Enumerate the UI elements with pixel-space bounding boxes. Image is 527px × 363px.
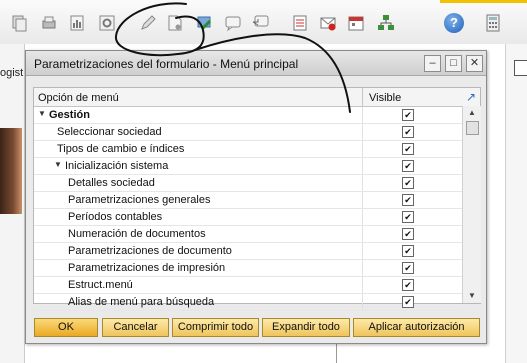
tree-row[interactable]: ▼ Gestión ✔: [34, 107, 462, 124]
visible-checkbox[interactable]: ✔: [402, 211, 414, 223]
tree-row[interactable]: Tipos de cambio e índices ✔: [34, 141, 462, 158]
row-column-divider: [362, 243, 363, 259]
tree-row[interactable]: Parametrizaciones de documento ✔: [34, 243, 462, 260]
form-settings-dialog: Parametrizaciones del formulario - Menú …: [25, 50, 487, 344]
row-column-divider: [362, 107, 363, 123]
background-right-panel: [505, 44, 527, 363]
menu-option-label: Parametrizaciones generales: [68, 194, 211, 206]
cancel-button[interactable]: Cancelar: [102, 318, 169, 337]
close-button[interactable]: ✕: [466, 55, 483, 72]
row-column-divider: [362, 124, 363, 140]
row-column-divider: [362, 294, 363, 310]
column-divider[interactable]: [362, 88, 363, 106]
row-column-divider: [362, 158, 363, 174]
tree-row[interactable]: Alias de menú para búsqueda ✔: [34, 294, 462, 311]
visible-checkbox[interactable]: ✔: [402, 126, 414, 138]
message-icon[interactable]: [224, 14, 242, 32]
visible-checkbox[interactable]: ✔: [402, 228, 414, 240]
menu-option-label: Gestión: [49, 109, 90, 121]
edit-icon[interactable]: [139, 14, 157, 32]
visible-checkbox[interactable]: ✔: [402, 160, 414, 172]
row-column-divider: [362, 277, 363, 293]
grid-rows: ▼ Gestión ✔ Seleccionar sociedad ✔ Tipos de c…: [34, 107, 462, 311]
vertical-scrollbar[interactable]: ▲ ▼: [462, 106, 481, 303]
scroll-thumb[interactable]: [466, 121, 479, 135]
tree-row[interactable]: ▼ Inicialización sistema ✔: [34, 158, 462, 175]
apply-authorization-button[interactable]: Aplicar autorización: [353, 318, 480, 337]
help-icon[interactable]: ?: [444, 13, 464, 33]
export-icon[interactable]: [196, 14, 214, 32]
message-reply-icon[interactable]: [252, 14, 270, 32]
column-header-visible[interactable]: Visible: [369, 92, 401, 104]
report-icon[interactable]: [68, 14, 86, 32]
tree-row[interactable]: Parametrizaciones generales ✔: [34, 192, 462, 209]
dialog-titlebar[interactable]: Parametrizaciones del formulario - Menú …: [26, 51, 486, 76]
visible-checkbox[interactable]: ✔: [402, 296, 414, 308]
menu-option-label: Parametrizaciones de impresión: [68, 262, 226, 274]
menu-option-label: Estruct.menú: [68, 279, 133, 291]
menu-option-label: Tipos de cambio e índices: [57, 143, 185, 155]
visible-checkbox[interactable]: ✔: [402, 262, 414, 274]
column-header-option[interactable]: Opción de menú: [38, 92, 119, 104]
tree-row[interactable]: Detalles sociedad ✔: [34, 175, 462, 192]
calculator-icon[interactable]: [484, 14, 502, 32]
row-column-divider: [362, 260, 363, 276]
menu-option-label: Numeración de documentos: [68, 228, 206, 240]
menu-option-label: Seleccionar sociedad: [57, 126, 162, 138]
tree-row[interactable]: Seleccionar sociedad ✔: [34, 124, 462, 141]
calendar-icon[interactable]: [347, 14, 365, 32]
tree-icon[interactable]: [377, 14, 395, 32]
row-column-divider: [362, 141, 363, 157]
scroll-up-icon[interactable]: ▲: [463, 106, 481, 120]
ok-button[interactable]: OK: [34, 318, 98, 337]
maximize-button[interactable]: □: [445, 55, 462, 72]
tree-row[interactable]: Parametrizaciones de impresión ✔: [34, 260, 462, 277]
expand-toggle-icon[interactable]: ▼: [54, 160, 62, 169]
copy-icon[interactable]: [10, 14, 28, 32]
visible-checkbox[interactable]: ✔: [402, 143, 414, 155]
visible-checkbox[interactable]: ✔: [402, 279, 414, 291]
menu-option-label: Inicialización sistema: [65, 160, 169, 172]
background-divider: [336, 342, 337, 363]
visible-checkbox[interactable]: ✔: [402, 245, 414, 257]
row-column-divider: [362, 209, 363, 225]
visible-checkbox[interactable]: ✔: [402, 109, 414, 121]
tree-row[interactable]: Estruct.menú ✔: [34, 277, 462, 294]
background-checkbox[interactable]: [514, 60, 527, 76]
print-preview-icon[interactable]: [40, 14, 58, 32]
tree-row[interactable]: Numeración de documentos ✔: [34, 226, 462, 243]
menu-option-label: Parametrizaciones de documento: [68, 245, 232, 257]
menu-option-label: Detalles sociedad: [68, 177, 155, 189]
row-column-divider: [362, 226, 363, 242]
grid-header: Opción de menú Visible: [34, 88, 462, 107]
collapse-all-button[interactable]: Comprimir todo: [172, 318, 259, 337]
background-left-text: ogist: [0, 67, 24, 79]
menu-option-label: Alias de menú para búsqueda: [68, 296, 215, 308]
menu-options-grid: Opción de menú Visible ↗ ▼ Gestión ✔ Selecc…: [33, 87, 481, 311]
settings-icon[interactable]: [98, 14, 116, 32]
help-icon-glyph: ?: [444, 13, 464, 33]
tree-row[interactable]: Períodos contables ✔: [34, 209, 462, 226]
minimize-button[interactable]: –: [424, 55, 441, 72]
menu-option-label: Períodos contables: [68, 211, 163, 223]
expand-toggle-icon[interactable]: ▼: [38, 109, 46, 118]
background-photo: [0, 128, 22, 214]
dialog-title: Parametrizaciones del formulario - Menú …: [34, 57, 299, 71]
scroll-down-icon[interactable]: ▼: [463, 289, 481, 303]
visible-checkbox[interactable]: ✔: [402, 177, 414, 189]
email-icon[interactable]: [319, 14, 337, 32]
expand-all-button[interactable]: Expandir todo: [262, 318, 350, 337]
expand-arrow-icon[interactable]: ↗: [462, 88, 480, 107]
toolbar-accent-strip: [440, 0, 527, 3]
row-column-divider: [362, 192, 363, 208]
row-column-divider: [362, 175, 363, 191]
visible-checkbox[interactable]: ✔: [402, 194, 414, 206]
document-settings-icon[interactable]: [166, 14, 184, 32]
checklist-icon[interactable]: [291, 14, 309, 32]
main-toolbar: ?: [0, 0, 527, 45]
